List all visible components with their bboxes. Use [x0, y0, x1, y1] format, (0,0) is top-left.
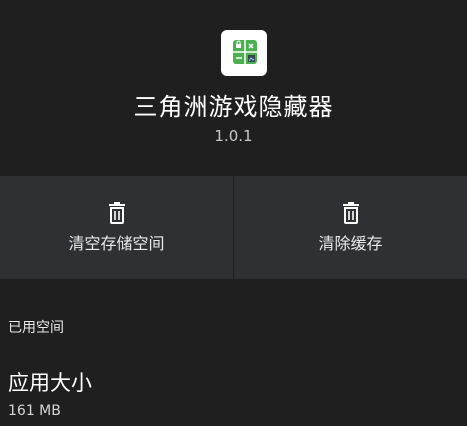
app-info-screen: 三角洲游戏隐藏器 1.0.1 清空存储空间 清除缓存 已用空间 应用大小 161… — [0, 0, 467, 426]
app-size-title: 应用大小 — [8, 371, 92, 395]
app-size-item: 应用大小 161 MB — [0, 366, 467, 426]
trash-icon — [342, 202, 359, 224]
clear-storage-label: 清空存储空间 — [68, 234, 165, 253]
app-version: 1.0.1 — [214, 127, 253, 145]
calculator-app-icon — [233, 40, 257, 64]
app-header: 三角洲游戏隐藏器 1.0.1 — [0, 0, 467, 176]
app-name: 三角洲游戏隐藏器 — [133, 93, 334, 121]
storage-actions-bar: 清空存储空间 清除缓存 — [0, 176, 467, 279]
clear-storage-button[interactable]: 清空存储空间 — [0, 176, 233, 279]
clear-cache-label: 清除缓存 — [318, 234, 383, 253]
app-size-value: 161 MB — [8, 403, 61, 419]
section-title-used-space: 已用空间 — [8, 320, 64, 336]
app-icon — [221, 30, 267, 76]
clear-cache-button[interactable]: 清除缓存 — [233, 176, 467, 279]
trash-icon — [108, 202, 125, 224]
